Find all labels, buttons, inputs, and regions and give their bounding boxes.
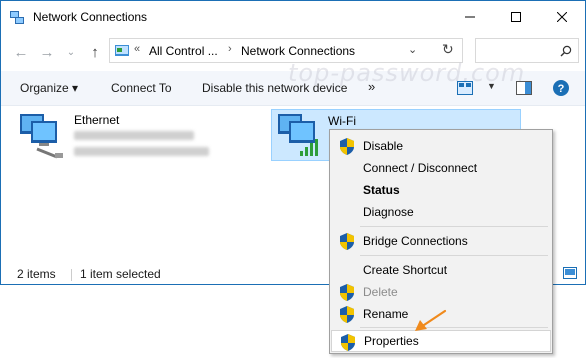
menu-item-create-shortcut[interactable]: Create Shortcut bbox=[330, 259, 552, 281]
menu-label-disable: Disable bbox=[363, 139, 404, 153]
address-dropdown-icon[interactable]: ⌄ bbox=[408, 43, 417, 56]
minimize-button[interactable] bbox=[447, 1, 493, 33]
more-commands-button[interactable]: » bbox=[368, 79, 375, 94]
title-bar: Network Connections bbox=[1, 1, 585, 33]
menu-label-shortcut: Create Shortcut bbox=[363, 263, 448, 277]
menu-separator bbox=[360, 327, 548, 328]
address-bar[interactable]: « All Control ... › Network Connections … bbox=[109, 38, 463, 63]
menu-label-connect: Connect / Disconnect bbox=[363, 161, 478, 175]
menu-item-status[interactable]: Status bbox=[330, 179, 552, 201]
menu-label-bridge: Bridge Connections bbox=[363, 234, 468, 248]
menu-separator bbox=[360, 226, 548, 227]
ethernet-name: Ethernet bbox=[74, 113, 120, 127]
uac-shield-icon bbox=[340, 306, 354, 323]
uac-shield-icon bbox=[341, 334, 355, 351]
maximize-button[interactable] bbox=[493, 1, 539, 33]
preview-pane-icon[interactable] bbox=[516, 81, 532, 95]
close-icon bbox=[557, 12, 567, 22]
search-icon bbox=[560, 45, 572, 57]
view-dropdown-icon[interactable]: ▼ bbox=[487, 81, 496, 91]
menu-item-delete: Delete bbox=[330, 281, 552, 303]
recent-locations-button[interactable]: ⌄ bbox=[61, 41, 81, 63]
menu-label-properties: Properties bbox=[364, 334, 419, 348]
up-arrow-icon: ↑ bbox=[91, 43, 99, 61]
uac-shield-icon bbox=[340, 138, 354, 155]
selected-count: 1 item selected bbox=[80, 267, 161, 281]
maximize-icon bbox=[511, 12, 521, 22]
minimize-icon bbox=[465, 16, 475, 18]
menu-label-rename: Rename bbox=[363, 307, 409, 321]
help-icon[interactable]: ? bbox=[553, 80, 569, 96]
menu-label-diagnose: Diagnose bbox=[363, 205, 414, 219]
back-arrow-icon: ← bbox=[13, 43, 29, 61]
connect-to-button[interactable]: Connect To bbox=[111, 81, 172, 95]
wifi-adapter-icon bbox=[278, 114, 318, 156]
uac-shield-icon bbox=[340, 233, 354, 250]
svg-text:?: ? bbox=[558, 83, 565, 95]
chevron-down-icon: ⌄ bbox=[66, 46, 76, 58]
menu-separator bbox=[360, 255, 548, 256]
window-title: Network Connections bbox=[33, 10, 148, 24]
menu-item-bridge-connections[interactable]: Bridge Connections bbox=[330, 230, 552, 252]
close-button[interactable] bbox=[539, 1, 585, 33]
wifi-name: Wi-Fi bbox=[328, 114, 356, 128]
menu-item-disable[interactable]: Disable bbox=[330, 135, 552, 157]
uac-shield-icon bbox=[340, 284, 354, 301]
breadcrumb-separator-icon: › bbox=[228, 43, 232, 55]
forward-arrow-icon: → bbox=[39, 43, 55, 61]
organize-menu[interactable]: Organize ▾ bbox=[20, 81, 78, 95]
ethernet-adapter-icon bbox=[20, 114, 63, 159]
search-input[interactable] bbox=[475, 38, 579, 63]
menu-label-delete: Delete bbox=[363, 285, 398, 299]
refresh-icon[interactable]: ↻ bbox=[442, 41, 454, 58]
ethernet-status-redacted bbox=[74, 131, 194, 140]
ethernet-connection[interactable]: Ethernet bbox=[15, 111, 255, 161]
breadcrumb-network-connections[interactable]: Network Connections bbox=[241, 44, 355, 58]
large-icons-view-icon[interactable] bbox=[563, 267, 577, 279]
menu-item-diagnose[interactable]: Diagnose bbox=[330, 201, 552, 223]
item-count: 2 items bbox=[17, 267, 56, 281]
command-bar: Organize ▾ Connect To Disable this netwo… bbox=[1, 71, 585, 106]
menu-item-connect-disconnect[interactable]: Connect / Disconnect bbox=[330, 157, 552, 179]
up-button[interactable]: ↑ bbox=[85, 41, 105, 63]
breadcrumb-control-panel[interactable]: All Control ... bbox=[149, 44, 218, 58]
status-divider bbox=[71, 269, 72, 281]
back-button[interactable]: ← bbox=[11, 41, 31, 63]
address-overflow[interactable]: « bbox=[134, 43, 140, 55]
network-connections-icon bbox=[10, 11, 24, 24]
change-view-icon[interactable] bbox=[457, 81, 473, 95]
ethernet-adapter-redacted bbox=[74, 147, 209, 156]
menu-label-status: Status bbox=[363, 183, 400, 197]
disable-device-button[interactable]: Disable this network device bbox=[202, 81, 347, 95]
control-panel-icon bbox=[115, 45, 129, 56]
pointer-arrow-icon bbox=[415, 309, 447, 331]
forward-button[interactable]: → bbox=[37, 41, 57, 63]
